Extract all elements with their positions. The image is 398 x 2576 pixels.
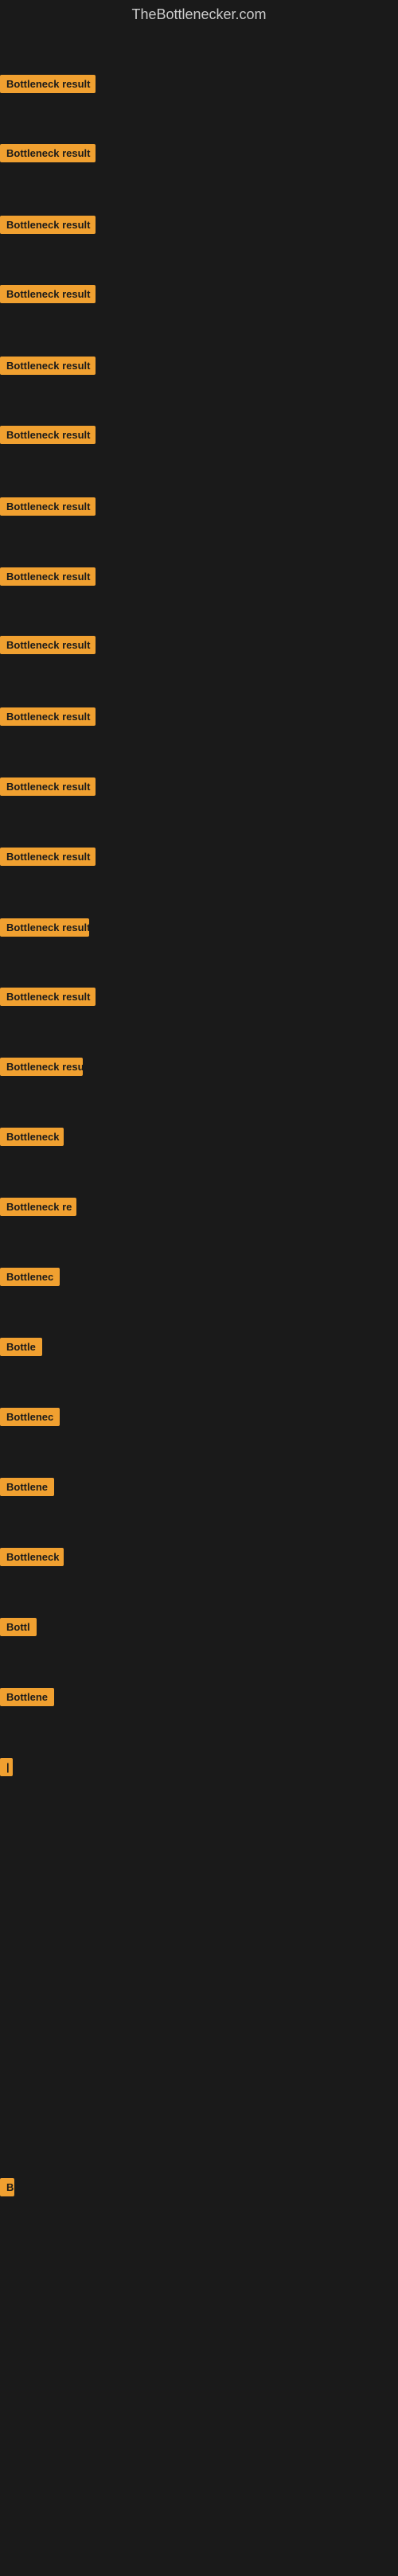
- bottleneck-badge: Bottleneck result: [0, 988, 96, 1006]
- bottleneck-result-item[interactable]: Bottleneck result: [0, 216, 96, 238]
- bottleneck-result-item[interactable]: Bottl: [0, 1618, 37, 1640]
- bottleneck-result-item[interactable]: Bottlenec: [0, 1268, 60, 1290]
- site-title: TheBottlenecker.com: [0, 0, 398, 29]
- bottleneck-badge: Bottleneck result: [0, 848, 96, 866]
- bottleneck-badge: Bottleneck result: [0, 426, 96, 444]
- bottleneck-badge: B: [0, 2178, 14, 2196]
- bottleneck-result-item[interactable]: Bottlene: [0, 1688, 54, 1710]
- bottleneck-badge: Bottleneck: [0, 1128, 64, 1146]
- bottleneck-badge: Bottlenec: [0, 1408, 60, 1426]
- bottleneck-result-item[interactable]: Bottleneck: [0, 1548, 64, 1570]
- bottleneck-result-item[interactable]: Bottleneck result: [0, 285, 96, 307]
- bottleneck-badge: Bottleneck result: [0, 567, 96, 586]
- bottleneck-result-item[interactable]: Bottleneck result: [0, 567, 96, 590]
- bottleneck-result-item[interactable]: Bottleneck result: [0, 426, 96, 448]
- bottleneck-result-item[interactable]: Bottlenec: [0, 1408, 60, 1430]
- bottleneck-badge: Bottleneck result: [0, 777, 96, 796]
- bottleneck-badge: Bottleneck result: [0, 144, 96, 162]
- bottleneck-result-item[interactable]: Bottleneck resu: [0, 1058, 83, 1080]
- bottleneck-result-item[interactable]: Bottle: [0, 1338, 42, 1360]
- bottleneck-result-item[interactable]: Bottleneck result: [0, 848, 96, 870]
- bottleneck-badge: Bottl: [0, 1618, 37, 1636]
- bottleneck-badge: Bottleneck result: [0, 75, 96, 93]
- bottleneck-result-item[interactable]: Bottleneck: [0, 1128, 64, 1150]
- bottleneck-badge: Bottleneck result: [0, 707, 96, 726]
- bottleneck-result-item[interactable]: Bottleneck result: [0, 988, 96, 1010]
- bottleneck-badge: Bottlenec: [0, 1268, 60, 1286]
- bottleneck-result-item[interactable]: Bottleneck result: [0, 144, 96, 166]
- bottleneck-badge: Bottleneck result: [0, 357, 96, 375]
- bottleneck-result-item[interactable]: B: [0, 2178, 14, 2200]
- bottleneck-result-item[interactable]: Bottleneck result: [0, 75, 96, 97]
- bottleneck-badge: Bottleneck result: [0, 497, 96, 516]
- bottleneck-badge: Bottleneck result: [0, 216, 96, 234]
- bottleneck-badge: Bottleneck resu: [0, 1058, 83, 1076]
- bottleneck-badge: Bottleneck: [0, 1548, 64, 1566]
- bottleneck-result-item[interactable]: Bottleneck result: [0, 777, 96, 800]
- bottleneck-result-item[interactable]: Bottleneck result: [0, 918, 89, 941]
- bottleneck-result-item[interactable]: Bottleneck re: [0, 1198, 76, 1220]
- bottleneck-result-item[interactable]: Bottleneck result: [0, 636, 96, 658]
- bottleneck-badge: |: [0, 1758, 13, 1776]
- bottleneck-badge: Bottleneck re: [0, 1198, 76, 1216]
- bottleneck-badge: Bottleneck result: [0, 285, 96, 303]
- bottleneck-result-item[interactable]: Bottleneck result: [0, 497, 96, 520]
- bottleneck-badge: Bottle: [0, 1338, 42, 1356]
- bottleneck-result-item[interactable]: Bottleneck result: [0, 357, 96, 379]
- bottleneck-result-item[interactable]: Bottleneck result: [0, 707, 96, 730]
- bottleneck-badge: Bottleneck result: [0, 636, 96, 654]
- bottleneck-result-item[interactable]: Bottlene: [0, 1478, 54, 1500]
- bottleneck-badge: Bottlene: [0, 1688, 54, 1706]
- bottleneck-badge: Bottlene: [0, 1478, 54, 1496]
- bottleneck-badge: Bottleneck result: [0, 918, 89, 937]
- bottleneck-result-item[interactable]: |: [0, 1758, 13, 1780]
